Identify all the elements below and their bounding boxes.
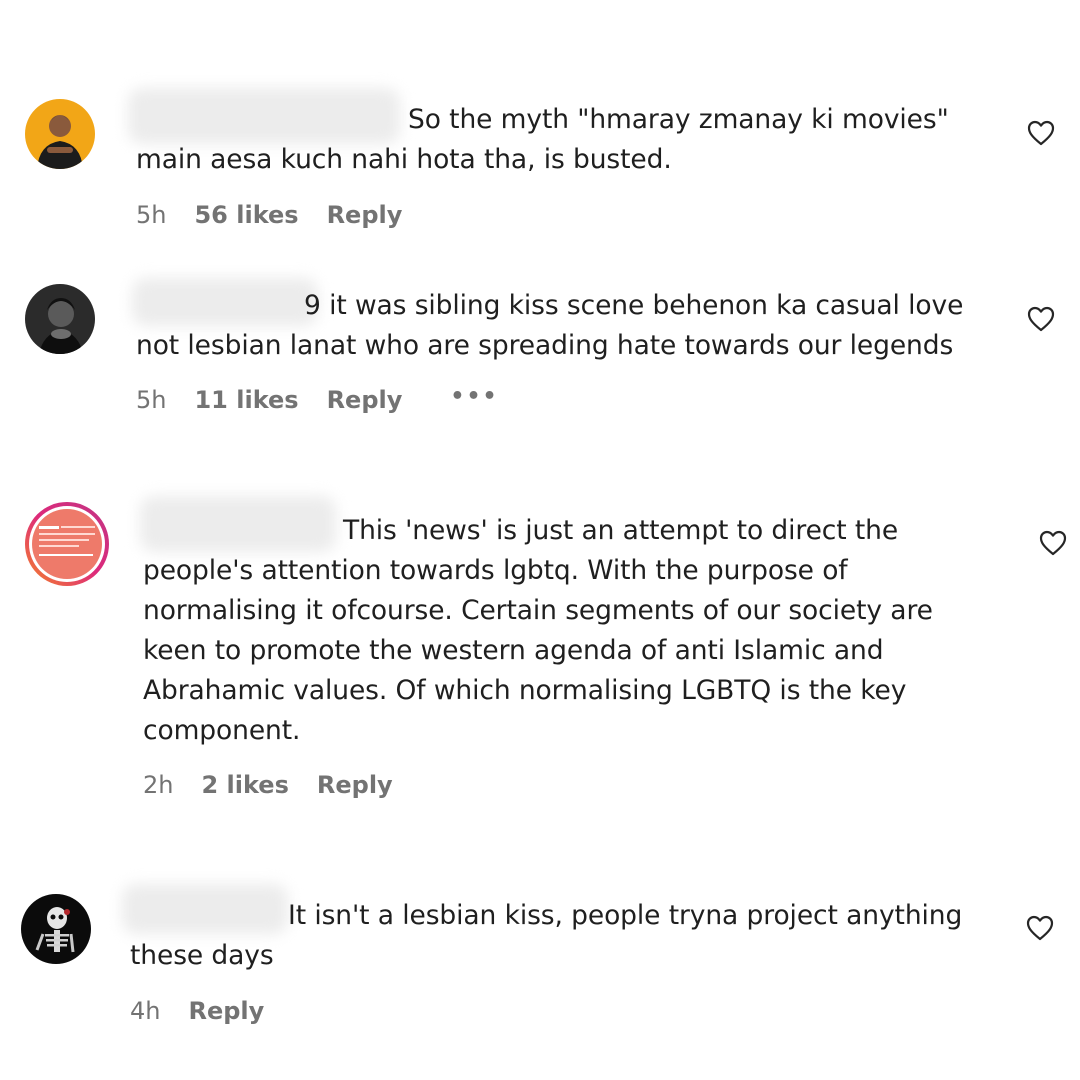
comment-1-likes[interactable]: 56 likes [194, 201, 298, 229]
heart-icon[interactable] [1027, 120, 1055, 146]
comment-1-text: So the myth "hmaray zmanay ki movies" ma… [136, 104, 949, 175]
comment-4-text: It isn't a lesbian kiss, people tryna pr… [130, 900, 963, 971]
comment-4-meta: 4h Reply [130, 997, 264, 1025]
comment-2-time: 5h [136, 386, 167, 414]
comment-4-avatar[interactable] [21, 894, 91, 964]
comment-1-reply-button[interactable]: Reply [327, 201, 403, 229]
more-options-icon[interactable]: ••• [450, 384, 498, 409]
comment-4-time: 4h [130, 997, 161, 1025]
comment-2-text: 9 it was sibling kiss scene behenon ka c… [136, 290, 964, 361]
comment-2-visible-prefix: 9 [304, 290, 321, 321]
comment-3-avatar[interactable] [23, 500, 111, 588]
heart-icon[interactable] [1026, 915, 1054, 941]
comment-3-likes[interactable]: 2 likes [201, 771, 288, 799]
comment-1-meta: 5h 56 likes Reply [136, 201, 402, 229]
comment-2-likes[interactable]: 11 likes [194, 386, 298, 414]
comment-3-text: This 'news' is just an attempt to direct… [143, 515, 933, 746]
comment-3-time: 2h [143, 771, 174, 799]
comment-3-reply-button[interactable]: Reply [317, 771, 393, 799]
comment-2-reply-button[interactable]: Reply [327, 386, 403, 414]
comment-4-reply-button[interactable]: Reply [188, 997, 264, 1025]
comment-3-meta: 2h 2 likes Reply [143, 771, 393, 799]
heart-icon[interactable] [1027, 306, 1055, 332]
comment-1-time: 5h [136, 201, 167, 229]
heart-icon[interactable] [1039, 530, 1067, 556]
comment-1-avatar[interactable] [25, 99, 95, 169]
comment-2-meta: 5h 11 likes Reply ••• [136, 384, 499, 415]
comment-2-avatar[interactable] [25, 284, 95, 354]
